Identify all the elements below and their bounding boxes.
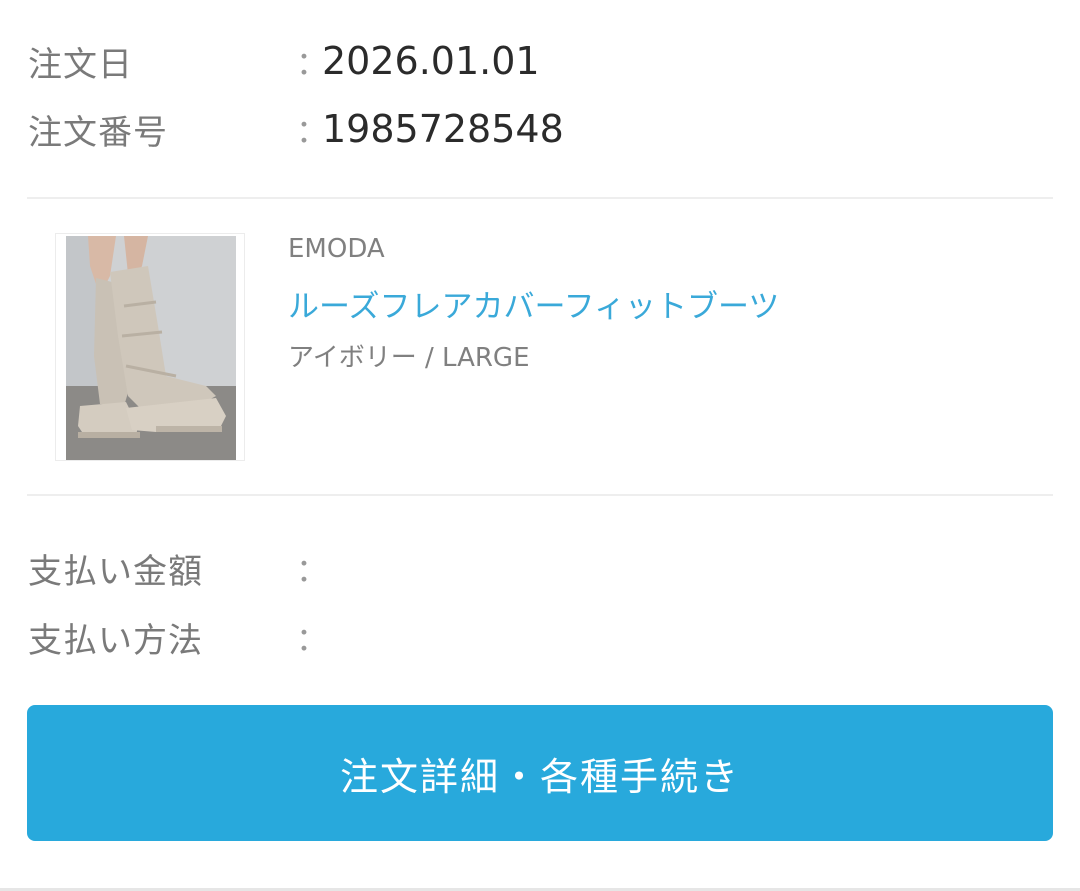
order-number-label: 注文番号 (28, 112, 168, 153)
product-brand: EMODA (288, 234, 385, 264)
divider-top (27, 197, 1053, 199)
order-date-label: 注文日 (28, 44, 133, 85)
payment-amount-colon: ： (296, 551, 329, 589)
order-number-colon: ： (296, 112, 329, 150)
order-date-value: 2026.01.01 (322, 39, 540, 83)
order-detail-button-label: 注文詳細・各種手続き (339, 754, 740, 799)
payment-method-label: 支払い方法 (28, 620, 203, 661)
boots-product-image (66, 236, 236, 460)
order-number-row: 注文番号 ： 1985728548 (28, 104, 564, 154)
divider-middle (27, 494, 1053, 496)
order-detail-button[interactable]: 注文詳細・各種手続き (27, 705, 1053, 841)
order-number-value: 1985728548 (322, 107, 564, 151)
payment-amount-row: 支払い金額 ： (28, 543, 329, 593)
payment-amount-label: 支払い金額 (28, 551, 203, 592)
payment-method-colon: ： (296, 620, 329, 658)
product-image[interactable] (55, 233, 245, 461)
payment-method-row: 支払い方法 ： (28, 612, 329, 662)
product-variant: アイボリー / LARGE (288, 343, 530, 373)
product-name-link[interactable]: ルーズフレアカバーフィットブーツ (288, 281, 779, 326)
order-date-colon: ： (296, 44, 329, 82)
order-date-row: 注文日 ： 2026.01.01 (28, 36, 540, 86)
